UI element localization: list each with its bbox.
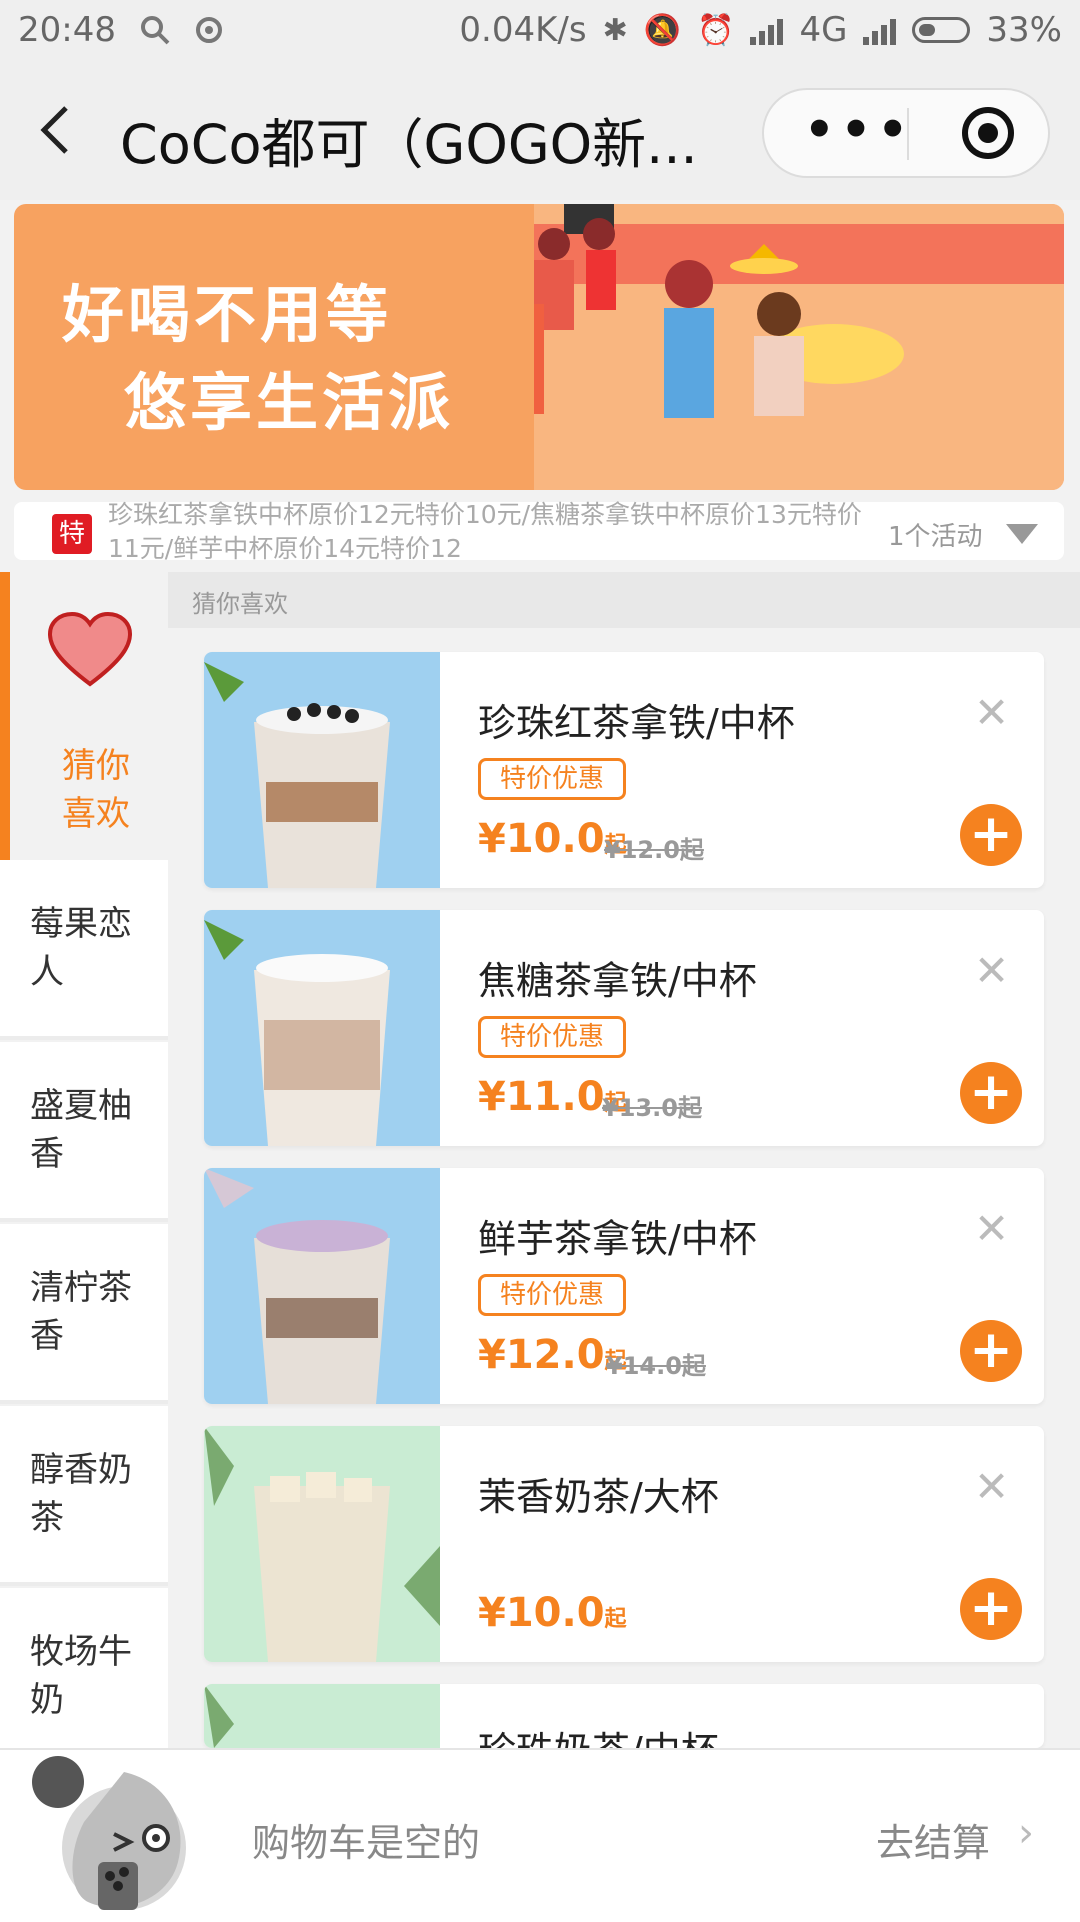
capsule-divider — [907, 108, 909, 160]
product-name: 茉香奶茶/大杯 — [478, 1475, 719, 1519]
product-card[interactable]: 珍珠奶茶/中杯 — [204, 1684, 1044, 1748]
more-button[interactable]: ••• — [804, 106, 914, 154]
nav-bar: CoCo都可（GOGO新... ••• — [0, 64, 1080, 200]
sidebar-item-label: 盛夏柚香 — [30, 1086, 132, 1174]
add-to-cart-button[interactable]: + — [960, 804, 1022, 866]
back-button[interactable] — [36, 100, 96, 160]
chevron-right-icon: › — [1018, 1810, 1034, 1856]
sidebar-item-lemon-tea[interactable]: 清柠茶香 — [0, 1224, 168, 1404]
chevron-left-icon — [40, 106, 68, 154]
price-value: ¥10.0 — [478, 1590, 605, 1636]
sidebar-item-label: 牧场牛奶 — [30, 1632, 132, 1720]
page-title: CoCo都可（GOGO新... — [120, 113, 698, 176]
network-type: 4G — [799, 10, 848, 50]
sidebar-item-label: 清柠茶香 — [30, 1268, 132, 1356]
product-card[interactable]: 焦糖茶拿铁/中杯 ✕ 特价优惠 ¥11.0起 ¥13.0起 + — [204, 910, 1044, 1146]
status-time: 20:48 — [18, 10, 116, 50]
product-name: 鲜芋茶拿铁/中杯 — [478, 1217, 757, 1261]
special-tag: 特 — [52, 514, 92, 554]
sidebar-item-farm-milk[interactable]: 牧场牛奶 — [0, 1588, 168, 1768]
close-mini-program-button[interactable] — [962, 107, 1014, 159]
close-icon[interactable]: ✕ — [974, 1466, 1009, 1508]
net-speed: 0.04K/s — [459, 10, 587, 50]
section-title: 猜你喜欢 — [192, 590, 288, 618]
discount-badge: 特价优惠 — [478, 1274, 626, 1316]
cart-mascot-icon[interactable] — [28, 1752, 198, 1916]
alarm-icon: ⏰ — [697, 12, 735, 48]
price-value: ¥10.0 — [478, 816, 605, 862]
sidebar-item-grapefruit[interactable]: 盛夏柚香 — [0, 1042, 168, 1222]
product-price: ¥12.0起 — [478, 1332, 627, 1378]
sidebar-item-berry[interactable]: 莓果恋人 — [0, 860, 168, 1040]
bluetooth-icon: ✱ — [602, 12, 628, 48]
cart-empty-text: 购物车是空的 — [252, 1821, 481, 1865]
discount-badge: 特价优惠 — [478, 758, 626, 800]
product-card[interactable]: 鲜芋茶拿铁/中杯 ✕ 特价优惠 ¥12.0起 ¥14.0起 + — [204, 1168, 1044, 1404]
promo-banner[interactable]: 好喝不用等 悠享生活派 — [14, 204, 1064, 490]
heart-icon — [48, 612, 132, 687]
status-bar: 20:48 0.04K/s ✱ 🔕 ⏰ 4G 33% — [0, 0, 1080, 64]
product-name: 焦糖茶拿铁/中杯 — [478, 959, 757, 1003]
banner-line2: 悠享生活派 — [124, 366, 455, 439]
weibo-icon — [195, 17, 222, 43]
product-card[interactable]: 茉香奶茶/大杯 ✕ ¥10.0起 + — [204, 1426, 1044, 1662]
close-icon[interactable]: ✕ — [974, 950, 1009, 992]
battery-level: 33% — [986, 10, 1062, 50]
product-price: ¥10.0起 — [478, 1590, 627, 1636]
product-image — [204, 1426, 440, 1662]
checkout-button[interactable]: 去结算 — [876, 1812, 990, 1867]
close-icon[interactable]: ✕ — [974, 1208, 1009, 1250]
product-name: 珍珠奶茶/中杯 — [478, 1720, 719, 1748]
sidebar-item-milk-tea[interactable]: 醇香奶茶 — [0, 1406, 168, 1586]
product-card[interactable]: 珍珠红茶拿铁/中杯 ✕ 特价优惠 ¥10.0起 ¥12.0起 + — [204, 652, 1044, 888]
category-sidebar: 猜你喜欢 莓果恋人 盛夏柚香 清柠茶香 醇香奶茶 牧场牛奶 — [0, 572, 168, 1768]
banner-illustration — [534, 204, 1064, 490]
sidebar-item-label: 猜你喜欢 — [62, 746, 130, 834]
original-price: ¥13.0起 — [602, 1094, 702, 1122]
product-image — [204, 1168, 440, 1404]
add-to-cart-button[interactable]: + — [960, 1320, 1022, 1382]
section-header: 猜你喜欢 — [168, 572, 1080, 628]
expand-triangle-icon[interactable] — [1006, 524, 1038, 544]
add-to-cart-button[interactable]: + — [960, 1578, 1022, 1640]
product-image — [204, 910, 440, 1146]
product-image — [204, 652, 440, 888]
original-price: ¥12.0起 — [604, 836, 704, 864]
product-name: 珍珠红茶拿铁/中杯 — [478, 701, 795, 745]
promotion-text: 珍珠红茶拿铁中杯原价12元特价10元/焦糖茶拿铁中杯原价13元特价11元/鲜芋中… — [108, 500, 862, 563]
add-to-cart-button[interactable]: + — [960, 1062, 1022, 1124]
sidebar-item-guess-you-like[interactable]: 猜你喜欢 — [0, 572, 168, 860]
banner-line1: 好喝不用等 — [62, 278, 393, 351]
signal-icon — [750, 15, 784, 45]
price-value: ¥12.0 — [478, 1332, 605, 1378]
mute-icon: 🔕 — [643, 12, 682, 48]
promotion-bar[interactable]: 特 珍珠红茶拿铁中杯原价12元特价10元/焦糖茶拿铁中杯原价13元特价11元/鲜… — [14, 500, 1064, 563]
search-icon — [140, 16, 170, 45]
close-icon[interactable]: ✕ — [974, 692, 1009, 734]
product-image — [204, 1684, 440, 1748]
activity-count: 1个活动 — [888, 522, 983, 552]
original-price: ¥14.0起 — [606, 1352, 706, 1380]
signal-icon-2 — [863, 15, 897, 45]
battery-icon — [912, 17, 971, 43]
price-suffix: 起 — [604, 1607, 627, 1632]
sidebar-item-label: 醇香奶茶 — [30, 1450, 132, 1538]
sidebar-item-label: 莓果恋人 — [30, 904, 132, 992]
discount-badge: 特价优惠 — [478, 1016, 626, 1058]
mini-program-capsule: ••• — [762, 88, 1050, 178]
price-value: ¥11.0 — [478, 1074, 605, 1120]
